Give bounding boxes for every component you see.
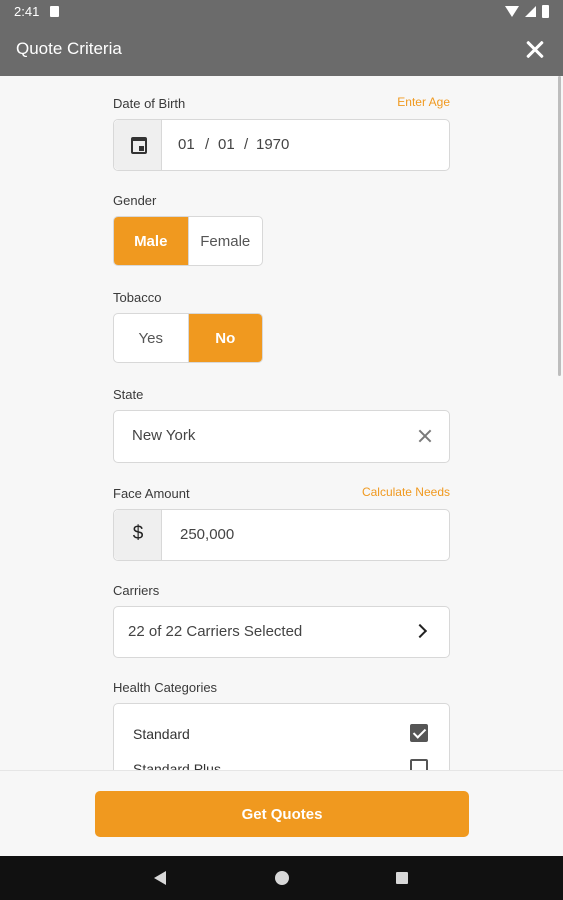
health-categories-label: Health Categories bbox=[113, 680, 218, 695]
health-item-standard-plus-checkbox[interactable] bbox=[410, 759, 428, 770]
tobacco-toggle: Yes No bbox=[113, 313, 263, 363]
screen: 2:41 Quote Criteria Date of Birth Enter … bbox=[0, 0, 563, 900]
wifi-icon bbox=[505, 6, 519, 17]
battery-icon bbox=[542, 5, 549, 18]
face-amount-prefix: $ bbox=[114, 510, 162, 560]
tobacco-yes-option[interactable]: Yes bbox=[114, 314, 188, 362]
gender-female-option[interactable]: Female bbox=[187, 217, 263, 265]
back-icon[interactable] bbox=[154, 871, 166, 885]
dob-prefix bbox=[114, 120, 162, 170]
carriers-label-row: Carriers bbox=[113, 582, 450, 600]
face-amount-field[interactable]: $ 250,000 bbox=[113, 509, 450, 561]
health-item-standard-label: Standard bbox=[133, 726, 190, 742]
signal-icon bbox=[525, 6, 536, 17]
state-field[interactable]: New York bbox=[113, 410, 450, 463]
get-quotes-button[interactable]: Get Quotes bbox=[95, 791, 469, 837]
gender-toggle: Male Female bbox=[113, 216, 263, 266]
face-amount-label-row: Face Amount Calculate Needs bbox=[113, 485, 450, 503]
carriers-value: 22 of 22 Carriers Selected bbox=[128, 623, 303, 640]
close-icon[interactable] bbox=[521, 36, 549, 64]
tobacco-no-option[interactable]: No bbox=[187, 314, 262, 362]
dob-label-row: Date of Birth Enter Age bbox=[113, 95, 450, 113]
status-icons bbox=[505, 5, 549, 18]
calendar-icon[interactable] bbox=[131, 137, 147, 154]
sd-card-icon bbox=[50, 6, 59, 17]
enter-age-link[interactable]: Enter Age bbox=[397, 95, 450, 109]
state-value[interactable]: New York bbox=[132, 427, 195, 444]
chevron-right-icon bbox=[412, 623, 428, 639]
carriers-selector[interactable]: 22 of 22 Carriers Selected bbox=[113, 606, 450, 658]
health-item-standard-plus-label: Standard Plus bbox=[133, 761, 221, 770]
tobacco-label-row: Tobacco bbox=[113, 289, 450, 307]
carriers-label: Carriers bbox=[113, 583, 160, 598]
navigation-bar bbox=[0, 856, 563, 900]
dob-separator-1: / bbox=[205, 136, 210, 153]
gender-label-row: Gender bbox=[113, 192, 450, 210]
home-icon[interactable] bbox=[275, 871, 289, 885]
state-label: State bbox=[113, 387, 144, 402]
scrollbar-thumb[interactable] bbox=[558, 76, 561, 376]
health-item-standard-checkbox[interactable] bbox=[410, 724, 428, 742]
face-amount-value[interactable]: 250,000 bbox=[180, 526, 234, 543]
gender-label: Gender bbox=[113, 193, 157, 208]
clear-icon[interactable] bbox=[417, 428, 433, 444]
tobacco-label: Tobacco bbox=[113, 290, 162, 305]
face-amount-label: Face Amount bbox=[113, 486, 190, 501]
bottom-action-bar: Get Quotes bbox=[0, 770, 563, 856]
recent-apps-icon[interactable] bbox=[396, 872, 408, 884]
dob-separator-2: / bbox=[244, 136, 249, 153]
dob-day[interactable]: 01 bbox=[218, 136, 235, 153]
status-time: 2:41 bbox=[14, 4, 40, 19]
dob-label: Date of Birth bbox=[113, 96, 186, 111]
gender-male-option[interactable]: Male bbox=[114, 217, 188, 265]
dob-year[interactable]: 1970 bbox=[256, 136, 289, 153]
app-bar: Quote Criteria bbox=[0, 24, 563, 76]
page-title: Quote Criteria bbox=[16, 39, 122, 58]
dollar-sign: $ bbox=[132, 523, 144, 544]
health-label-row: Health Categories bbox=[113, 679, 450, 697]
dob-field[interactable]: 01 / 01 / 1970 bbox=[113, 119, 450, 171]
status-bar: 2:41 bbox=[0, 0, 563, 24]
state-label-row: State bbox=[113, 386, 450, 404]
dob-month[interactable]: 01 bbox=[178, 136, 195, 153]
calculate-needs-link[interactable]: Calculate Needs bbox=[362, 485, 450, 499]
health-categories-list: Standard Standard Plus bbox=[113, 703, 450, 770]
